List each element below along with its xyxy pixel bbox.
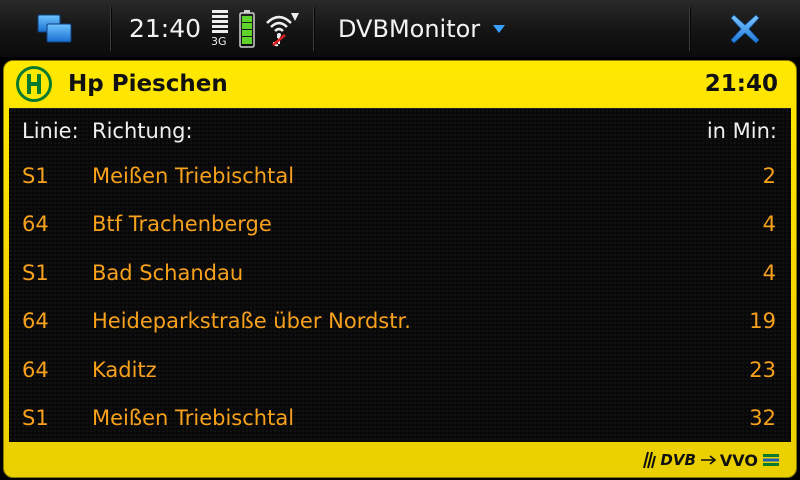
departure-line: S1	[22, 164, 49, 188]
departure-line: 64	[22, 309, 49, 333]
network-type-label: 3G	[211, 34, 227, 48]
chevron-down-icon	[493, 24, 506, 33]
battery-icon	[239, 9, 255, 48]
status-bar: 21:40 3G DVBMonitor	[0, 0, 800, 57]
departure-line: 64	[22, 358, 49, 382]
departure-direction: Heideparkstraße über Nordstr.	[92, 309, 411, 333]
departure-minutes: 19	[749, 309, 776, 333]
app-title-menu[interactable]: DVBMonitor	[314, 0, 689, 57]
departure-minutes: 4	[762, 261, 776, 285]
departure-direction: Meißen Triebischtal	[92, 164, 295, 188]
panel-footer: DVB VVO	[4, 443, 796, 477]
panel-header: Hp Pieschen 21:40	[4, 61, 796, 107]
stop-name: Hp Pieschen	[68, 71, 228, 97]
logo-dvb: DVB	[660, 451, 696, 469]
departure-row[interactable]: 64 Kaditz 23	[9, 358, 791, 402]
departure-line: 64	[22, 212, 49, 236]
current-time: 21:40	[704, 71, 778, 97]
dvb-vvo-logo: DVB VVO	[642, 448, 780, 472]
status-clock: 21:40	[129, 14, 202, 43]
departure-row[interactable]: 64 Btf Trachenberge 4	[9, 212, 791, 256]
departure-minutes: 32	[749, 406, 776, 430]
bus-stop-icon	[16, 66, 52, 102]
departure-direction: Btf Trachenberge	[92, 212, 272, 236]
departure-minutes: 2	[762, 164, 776, 188]
departure-line: S1	[22, 406, 49, 430]
logo-vvo: VVO	[719, 450, 758, 470]
departure-board: Linie: Richtung: in Min: S1 Meißen Trieb…	[9, 108, 791, 442]
departure-minutes: 4	[762, 212, 776, 236]
wifi-icon	[266, 12, 300, 46]
departure-line: S1	[22, 261, 49, 285]
close-icon	[730, 13, 760, 44]
departure-direction: Meißen Triebischtal	[92, 406, 295, 430]
dvb-stripes-icon	[643, 451, 657, 469]
departure-row[interactable]: S1 Meißen Triebischtal 2	[9, 164, 791, 208]
arrow-connector-icon	[700, 455, 716, 465]
task-switcher-icon	[37, 14, 72, 42]
app-title: DVBMonitor	[338, 14, 481, 43]
departure-row[interactable]: 64 Heideparkstraße über Nordstr. 19	[9, 309, 791, 353]
task-switcher-button[interactable]	[0, 0, 110, 57]
departure-row[interactable]: S1 Bad Schandau 4	[9, 261, 791, 305]
column-header-minutes: in Min:	[706, 119, 777, 143]
stop-panel: Hp Pieschen 21:40 Linie: Richtung: in Mi…	[3, 60, 797, 478]
close-button[interactable]	[690, 0, 800, 57]
column-header-line: Linie:	[22, 119, 79, 143]
departure-direction: Bad Schandau	[92, 261, 244, 285]
column-header-direction: Richtung:	[92, 119, 193, 143]
signal-icon: 3G	[211, 9, 229, 49]
departure-direction: Kaditz	[92, 358, 157, 382]
status-area[interactable]: 21:40 3G	[111, 0, 313, 57]
departure-minutes: 23	[749, 358, 776, 382]
vvo-stripes-icon	[763, 454, 779, 466]
